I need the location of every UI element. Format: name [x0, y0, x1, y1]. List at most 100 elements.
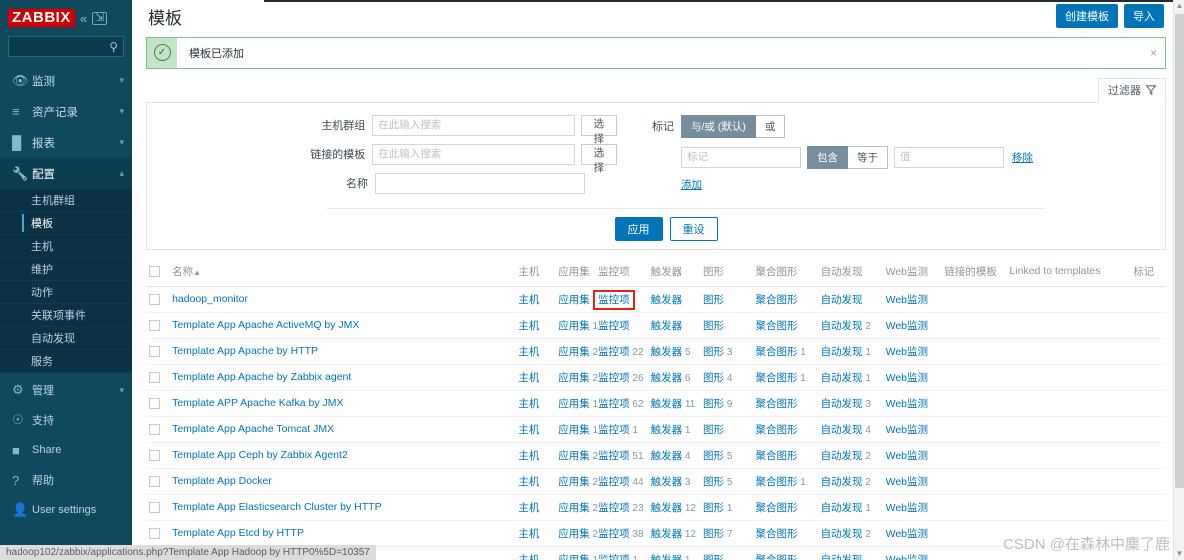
tag-remove-link[interactable]: 移除	[1012, 150, 1033, 165]
triggers-link[interactable]: 触发器	[651, 476, 683, 488]
hosts-link[interactable]: 主机	[518, 398, 539, 410]
screens-link[interactable]: 聚合图形	[756, 424, 798, 436]
triggers-link[interactable]: 触发器	[651, 346, 683, 358]
items-link[interactable]: 监控项	[598, 372, 630, 384]
search-input[interactable]	[9, 41, 123, 52]
items-link[interactable]: 监控项	[598, 502, 630, 514]
sidebar-item-configuration[interactable]: 🔧 配置 ▴	[0, 158, 132, 189]
triggers-link[interactable]: 触发器	[651, 502, 683, 514]
screens-link[interactable]: 聚合图形	[756, 450, 798, 462]
graphs-link[interactable]: 图形	[703, 346, 724, 358]
graphs-link[interactable]: 图形	[703, 554, 724, 560]
discovery-link[interactable]: 自动发现	[821, 346, 863, 358]
template-name-link[interactable]: Template App Apache Tomcat JMX	[172, 423, 334, 435]
screens-link[interactable]: 聚合图形	[756, 294, 798, 306]
triggers-link[interactable]: 触发器	[651, 424, 683, 436]
items-link[interactable]: 监控项	[598, 320, 630, 332]
row-checkbox[interactable]	[149, 528, 160, 540]
row-checkbox[interactable]	[149, 502, 160, 514]
tag-eval-andor-option[interactable]: 与/或 (默认)	[681, 114, 756, 138]
column-header-triggers[interactable]: 触发器	[647, 257, 701, 287]
row-checkbox[interactable]	[149, 294, 160, 306]
sidebar-item-reports[interactable]: █ 报表 ▾	[0, 127, 132, 158]
graphs-link[interactable]: 图形	[703, 476, 724, 488]
web-link[interactable]: Web监测	[886, 554, 928, 560]
applications-link[interactable]: 应用集	[558, 476, 590, 488]
sidebar-item-host-groups[interactable]: 主机群组	[0, 189, 132, 212]
column-header-screens[interactable]: 聚合图形	[752, 257, 818, 287]
linked-templates-select-button[interactable]: 选择	[580, 143, 617, 174]
items-link[interactable]: 监控项	[598, 294, 630, 306]
applications-link[interactable]: 应用集	[558, 424, 590, 436]
web-link[interactable]: Web监测	[886, 320, 928, 332]
tag-add-link[interactable]: 添加	[681, 177, 702, 192]
collapse-panel-icon[interactable]: ⇲	[92, 11, 108, 25]
column-header-hosts[interactable]: 主机	[515, 257, 556, 287]
tag-eval-or-option[interactable]: 或	[755, 114, 786, 138]
sidebar-item-templates[interactable]: 模板	[0, 212, 132, 235]
row-checkbox[interactable]	[149, 398, 160, 410]
web-link[interactable]: Web监测	[886, 528, 928, 540]
items-link[interactable]: 监控项	[598, 398, 630, 410]
graphs-link[interactable]: 图形	[703, 424, 724, 436]
triggers-link[interactable]: 触发器	[651, 372, 683, 384]
triggers-link[interactable]: 触发器	[651, 528, 683, 540]
items-link[interactable]: 监控项	[598, 450, 630, 462]
web-link[interactable]: Web监测	[886, 346, 928, 358]
host-groups-input[interactable]	[372, 114, 575, 136]
row-checkbox[interactable]	[149, 424, 160, 436]
column-header-items[interactable]: 监控项	[595, 257, 648, 287]
hosts-link[interactable]: 主机	[518, 346, 539, 358]
sidebar-item-hosts[interactable]: 主机	[0, 235, 132, 258]
scroll-up-icon[interactable]: ▲	[1174, 0, 1184, 12]
screens-link[interactable]: 聚合图形	[756, 372, 798, 384]
create-template-button[interactable]: 创建模板	[1056, 4, 1118, 29]
triggers-link[interactable]: 触发器	[651, 450, 683, 462]
column-header-web[interactable]: Web监测	[882, 257, 942, 287]
hosts-link[interactable]: 主机	[518, 476, 539, 488]
applications-link[interactable]: 应用集	[558, 554, 590, 560]
hosts-link[interactable]: 主机	[518, 502, 539, 514]
hosts-link[interactable]: 主机	[518, 528, 539, 540]
tag-value-input[interactable]	[894, 146, 1004, 168]
row-checkbox[interactable]	[149, 346, 160, 358]
triggers-link[interactable]: 触发器	[651, 554, 683, 560]
items-link[interactable]: 监控项	[598, 528, 630, 540]
web-link[interactable]: Web监测	[886, 502, 928, 514]
scroll-down-icon[interactable]: ▼	[1174, 548, 1184, 560]
screens-link[interactable]: 聚合图形	[756, 502, 798, 514]
applications-link[interactable]: 应用集	[558, 346, 590, 358]
screens-link[interactable]: 聚合图形	[756, 476, 798, 488]
screens-link[interactable]: 聚合图形	[756, 398, 798, 410]
sidebar-item-help[interactable]: ? 帮助	[0, 465, 132, 495]
close-icon[interactable]: ×	[1150, 46, 1165, 60]
tag-operator-contains[interactable]: 包含	[807, 145, 848, 169]
screens-link[interactable]: 聚合图形	[756, 346, 798, 358]
import-button[interactable]: 导入	[1124, 4, 1164, 29]
row-checkbox[interactable]	[149, 450, 160, 462]
template-name-link[interactable]: Template App Ceph by Zabbix Agent2	[172, 449, 348, 461]
items-link[interactable]: 监控项	[598, 346, 630, 358]
tab-filter[interactable]: 过滤器	[1098, 77, 1166, 103]
row-checkbox[interactable]	[149, 372, 160, 384]
triggers-link[interactable]: 触发器	[651, 320, 683, 332]
web-link[interactable]: Web监测	[886, 450, 928, 462]
applications-link[interactable]: 应用集	[558, 320, 590, 332]
select-all-checkbox[interactable]	[149, 266, 160, 278]
discovery-link[interactable]: 自动发现	[821, 528, 863, 540]
graphs-link[interactable]: 图形	[703, 294, 724, 306]
column-header-graphs[interactable]: 图形	[700, 257, 753, 287]
sidebar-item-inventory[interactable]: ≡ 资产记录 ▾	[0, 96, 132, 127]
applications-link[interactable]: 应用集	[558, 294, 590, 306]
tag-name-input[interactable]	[681, 146, 801, 168]
sidebar-item-maintenance[interactable]: 维护	[0, 258, 132, 281]
web-link[interactable]: Web监测	[886, 424, 928, 436]
applications-link[interactable]: 应用集	[558, 502, 590, 514]
discovery-link[interactable]: 自动发现	[821, 450, 863, 462]
items-link[interactable]: 监控项	[598, 424, 630, 436]
applications-link[interactable]: 应用集	[558, 398, 590, 410]
triggers-link[interactable]: 触发器	[651, 294, 683, 306]
sidebar-item-actions[interactable]: 动作	[0, 281, 132, 304]
applications-link[interactable]: 应用集	[558, 528, 590, 540]
column-header-name[interactable]: 名称▲	[169, 257, 516, 287]
